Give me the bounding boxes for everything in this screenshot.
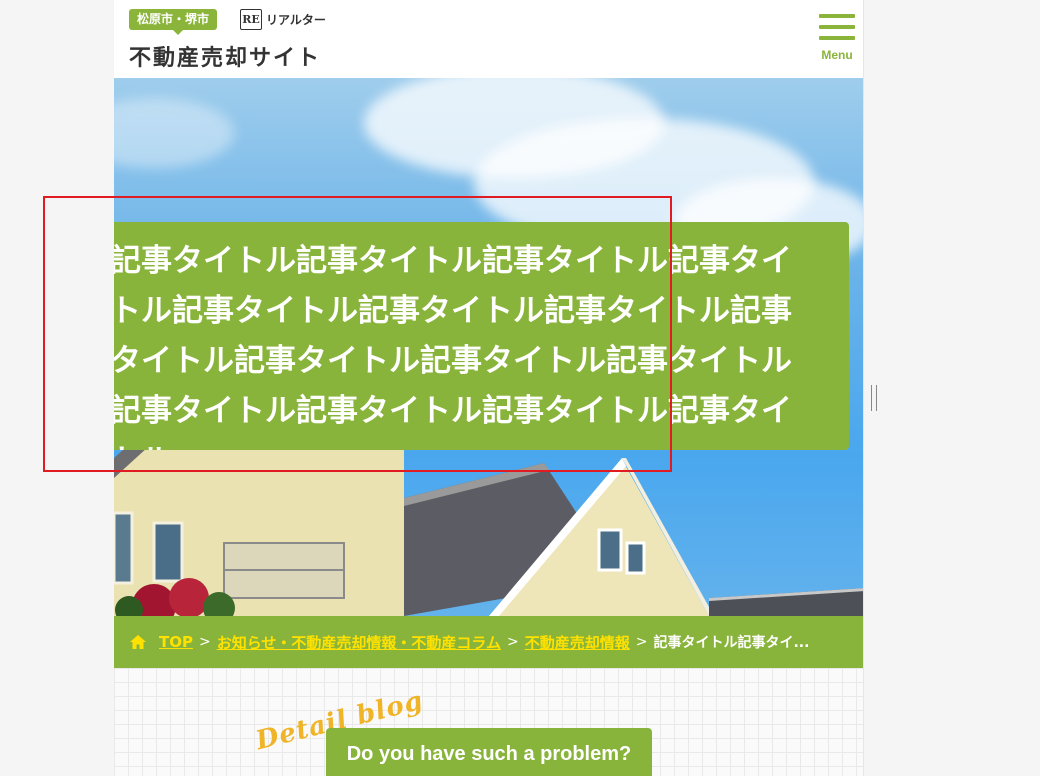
content-area: Detail blog Do you have such a problem?	[114, 668, 863, 776]
breadcrumb-news[interactable]: お知らせ・不動産売却情報・不動産コラム	[217, 632, 501, 653]
breadcrumb-separator: >	[506, 634, 519, 650]
hamburger-icon	[819, 14, 855, 18]
hamburger-icon-bar	[819, 36, 855, 40]
re-logo-icon: RE	[240, 9, 262, 30]
page: 松原市・堺市 RE リアルター 不動産売却サイト Menu 記事タイトル記事タイ…	[114, 0, 864, 776]
breadcrumb: TOP > お知らせ・不動産売却情報・不動産コラム > 不動産売却情報 > 記事…	[114, 616, 863, 668]
problem-button[interactable]: Do you have such a problem?	[326, 728, 652, 776]
menu-label: Menu	[821, 48, 853, 62]
breadcrumb-current: 記事タイトル記事タイ...	[653, 635, 810, 651]
breadcrumb-category[interactable]: 不動産売却情報	[525, 632, 630, 653]
hamburger-icon-bar	[819, 25, 855, 29]
site-title[interactable]: 不動産売却サイト	[129, 40, 321, 72]
breadcrumb-separator: >	[198, 634, 211, 650]
site-header: 松原市・堺市 RE リアルター 不動産売却サイト Menu	[114, 0, 863, 78]
breadcrumb-separator: >	[635, 634, 648, 650]
menu-button[interactable]: Menu	[818, 14, 856, 64]
area-badge: 松原市・堺市	[129, 9, 218, 35]
article-title: 記事タイトル記事タイトル記事タイトル記事タイトル記事タイトル記事タイトル記事タイ…	[114, 243, 792, 450]
logo-text: リアルター	[266, 13, 326, 27]
hero-image: 記事タイトル記事タイトル記事タイトル記事タイトル記事タイトル記事タイトル記事タイ…	[114, 78, 863, 616]
article-title-box: 記事タイトル記事タイトル記事タイトル記事タイトル記事タイトル記事タイトル記事タイ…	[114, 222, 849, 450]
home-icon	[130, 635, 146, 649]
resize-handle[interactable]	[871, 385, 877, 411]
breadcrumb-top[interactable]: TOP	[159, 633, 193, 651]
realtor-logo[interactable]: RE リアルター	[240, 9, 326, 30]
